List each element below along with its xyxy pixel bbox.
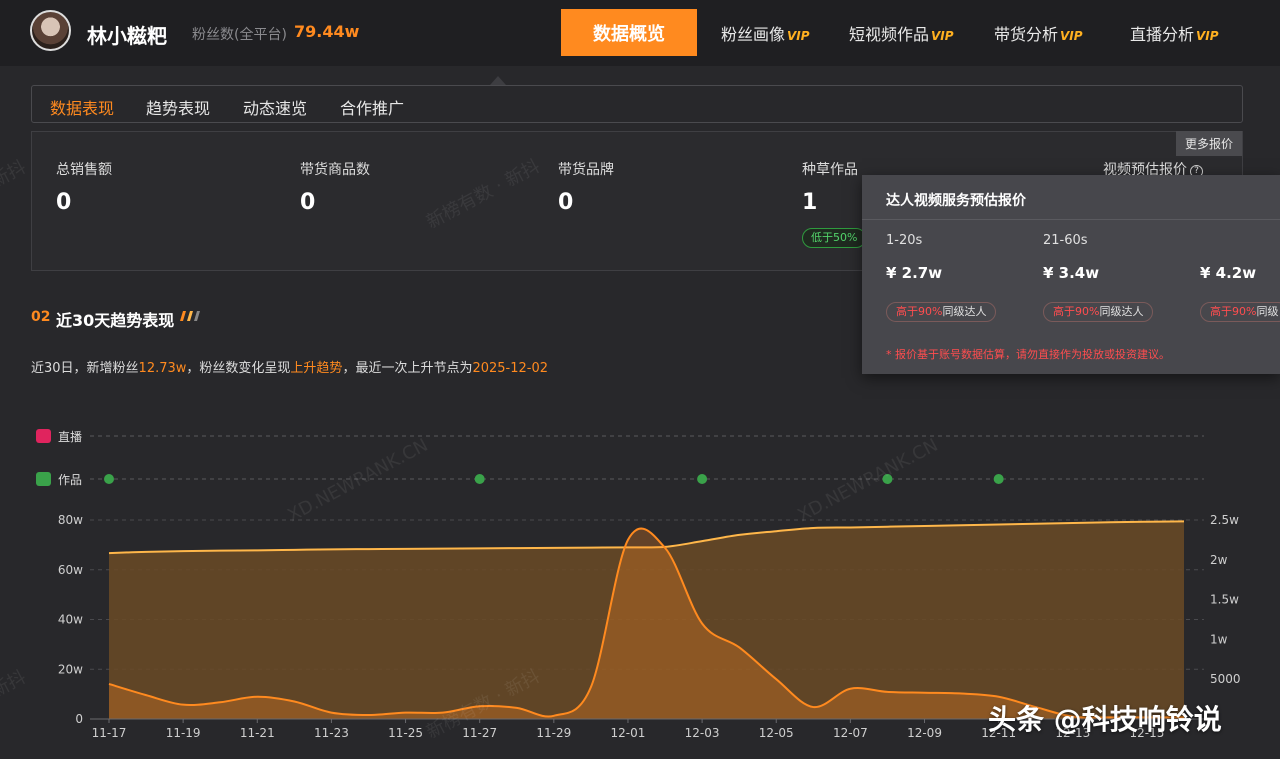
- nav-tab-label: 短视频作品: [849, 25, 930, 44]
- summary-text: ，粉丝数变化呈现: [186, 361, 291, 376]
- x-tick-label: 12-01: [611, 726, 646, 740]
- creator-name: 林小糍粑: [87, 24, 167, 48]
- tag-text: 同级达人: [1099, 305, 1144, 318]
- y-left-tick-label: 20w: [58, 662, 83, 676]
- tag-percent: 高于90%: [896, 305, 943, 318]
- subtab-trend[interactable]: 趋势表现: [146, 95, 210, 119]
- post-marker: [474, 474, 485, 484]
- metric-value-products: 0: [300, 190, 316, 215]
- summary-date: 2025-12-02: [472, 361, 549, 376]
- summary-trend: 上升趋势: [290, 361, 343, 376]
- summary-text: 近30日，新增粉丝: [31, 361, 139, 376]
- summary-new-fans: 12.73w: [138, 361, 187, 376]
- subtab-activity[interactable]: 动态速览: [243, 95, 307, 119]
- metric-value-seeding: 1: [802, 190, 818, 215]
- seeding-badge: 低于50%: [802, 228, 867, 248]
- nav-tab-label: 粉丝画像: [721, 25, 786, 44]
- trend-summary: 近30日，新增粉丝12.73w，粉丝数变化呈现上升趋势，最近一次上升节点为202…: [31, 357, 548, 376]
- metric-label-brands: 带货品牌: [558, 162, 614, 178]
- nav-tab-sales[interactable]: 带货分析 VIP: [994, 21, 1083, 45]
- source-brand: 头条 @科技响铃说: [988, 703, 1222, 736]
- title-decoration-icon: [180, 311, 200, 321]
- metric-label-products: 带货商品数: [300, 162, 370, 178]
- section-title: 近30天趋势表现: [56, 311, 175, 330]
- quote-price: ¥ 2.7w: [886, 264, 943, 282]
- tag-text: 同级: [1256, 305, 1279, 318]
- subtab-data[interactable]: 数据表现: [50, 95, 114, 119]
- tag-percent: 高于90%: [1210, 305, 1257, 318]
- x-tick-label: 11-21: [240, 726, 275, 740]
- y-left-tick-label: 0: [75, 712, 83, 726]
- tag-text: 同级达人: [942, 305, 987, 318]
- vip-badge: VIP: [787, 29, 810, 43]
- fans-value: 79.44w: [294, 22, 360, 41]
- watermark: 新抖: [0, 156, 30, 193]
- caret-pointer: [490, 76, 506, 85]
- y-right-tick-label: 5000: [1210, 672, 1241, 686]
- quote-range: 1-20s: [886, 233, 923, 248]
- quote-tag: 高于90%同级达人: [1043, 302, 1154, 322]
- y-right-tick-label: 1.5w: [1210, 593, 1239, 607]
- quote-tag: 高于90%同级: [1200, 302, 1280, 322]
- x-tick-label: 11-25: [388, 726, 423, 740]
- nav-tab-label: 带货分析: [994, 25, 1059, 44]
- sub-tabs: 数据表现 趋势表现 动态速览 合作推广: [31, 85, 1243, 123]
- post-marker: [697, 474, 708, 484]
- y-right-tick-label: 2.5w: [1210, 513, 1239, 527]
- summary-text: ，最近一次上升节点为: [342, 361, 473, 376]
- metric-label-sales: 总销售额: [56, 162, 112, 178]
- quote-popup: 达人视频服务预估报价 1-20s ¥ 2.7w 高于90%同级达人 21-60s…: [862, 175, 1280, 374]
- x-tick-label: 12-05: [759, 726, 794, 740]
- avatar[interactable]: [30, 10, 71, 51]
- popup-disclaimer: * 报价基于账号数据估算，请勿直接作为投放或投资建议。: [886, 348, 1170, 361]
- y-left-tick-label: 60w: [58, 563, 83, 577]
- popup-divider: [862, 219, 1280, 220]
- popup-title: 达人视频服务预估报价: [886, 193, 1026, 209]
- live-icon: [36, 429, 51, 443]
- x-tick-label: 11-27: [462, 726, 497, 740]
- y-left-tick-label: 80w: [58, 513, 83, 527]
- y-right-tick-label: 2w: [1210, 553, 1228, 567]
- nav-tab-short-video[interactable]: 短视频作品 VIP: [849, 21, 954, 45]
- subtab-cooperation[interactable]: 合作推广: [340, 95, 404, 119]
- nav-tab-fan-profile[interactable]: 粉丝画像 VIP: [721, 21, 810, 45]
- quote-price: ¥ 4.2w: [1200, 264, 1257, 282]
- metric-value-brands: 0: [558, 190, 574, 215]
- metric-value-sales: 0: [56, 190, 72, 215]
- post-marker: [993, 474, 1004, 484]
- nav-tab-label: 直播分析: [1130, 25, 1195, 44]
- metric-label-seeding: 种草作品: [802, 162, 858, 178]
- top-bar: 林小糍粑 粉丝数(全平台) 79.44w 数据概览 粉丝画像 VIP 短视频作品 V…: [0, 0, 1280, 66]
- post-marker: [104, 474, 114, 484]
- tag-percent: 高于90%: [1053, 305, 1100, 318]
- doc-icon: [36, 472, 51, 486]
- vip-badge: VIP: [1196, 29, 1219, 43]
- fans-label: 粉丝数(全平台): [192, 27, 287, 43]
- quote-price: ¥ 3.4w: [1043, 264, 1100, 282]
- x-tick-label: 11-23: [314, 726, 349, 740]
- x-tick-label: 12-03: [685, 726, 720, 740]
- vip-badge: VIP: [931, 29, 954, 43]
- y-right-tick-label: 1w: [1210, 632, 1228, 646]
- lane-label: 直播: [58, 430, 82, 444]
- more-quotes-button[interactable]: 更多报价: [1176, 131, 1242, 156]
- lane-label: 作品: [58, 473, 82, 487]
- vip-badge: VIP: [1060, 29, 1083, 43]
- x-tick-label: 11-29: [536, 726, 571, 740]
- x-tick-label: 11-19: [166, 726, 201, 740]
- nav-tab-live[interactable]: 直播分析 VIP: [1130, 21, 1219, 45]
- section-number: 02: [31, 309, 51, 325]
- x-tick-label: 12-07: [833, 726, 868, 740]
- x-tick-label: 12-09: [907, 726, 942, 740]
- y-left-tick-label: 40w: [58, 613, 83, 627]
- nav-tab-overview[interactable]: 数据概览: [561, 9, 697, 56]
- post-marker: [882, 474, 893, 484]
- quote-range: 21-60s: [1043, 233, 1088, 248]
- quote-tag: 高于90%同级达人: [886, 302, 997, 322]
- x-tick-label: 11-17: [92, 726, 127, 740]
